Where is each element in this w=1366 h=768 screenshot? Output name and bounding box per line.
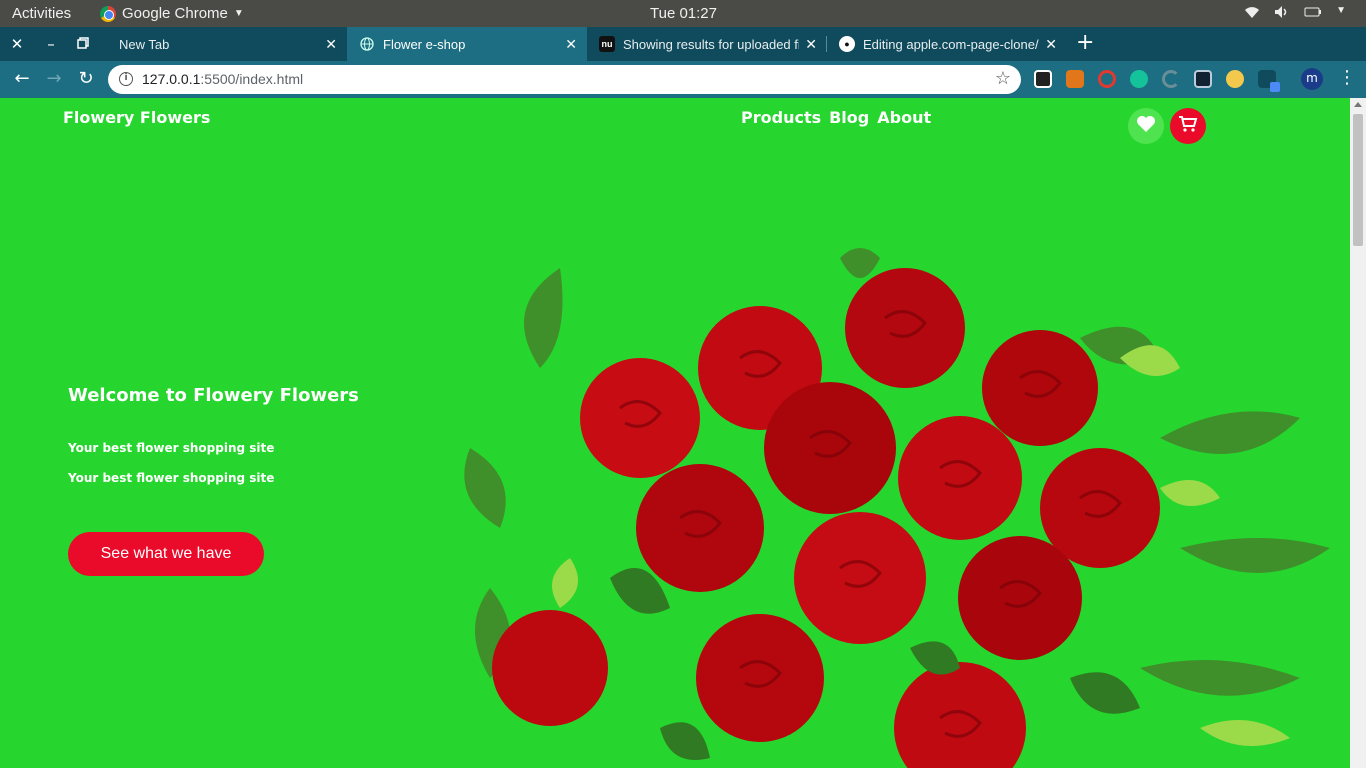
system-top-bar: Activities Google Chrome ▼ Tue 01:27 ▼ xyxy=(0,0,1366,27)
app-menu-label: Google Chrome xyxy=(122,5,228,22)
see-what-we-have-button[interactable]: See what we have xyxy=(68,532,264,576)
url-path: :5500/index.html xyxy=(200,71,304,87)
reload-icon[interactable]: ↻ xyxy=(74,67,98,91)
window-restore-icon[interactable] xyxy=(73,34,93,54)
close-icon[interactable]: ✕ xyxy=(1045,36,1057,53)
globe-icon xyxy=(359,36,375,52)
power-menu-icon: ▼ xyxy=(1336,5,1346,16)
tab-flower-eshop[interactable]: Flower e-shop ✕ xyxy=(347,27,587,61)
extension-icon[interactable] xyxy=(1162,70,1180,88)
tab-search-results[interactable]: nu Showing results for uploaded fil ✕ xyxy=(587,27,827,61)
close-icon[interactable]: ✕ xyxy=(805,36,817,53)
wifi-icon xyxy=(1244,5,1260,22)
close-icon[interactable]: ✕ xyxy=(565,36,577,53)
clock[interactable]: Tue 01:27 xyxy=(650,5,717,22)
url-text[interactable]: 127.0.0.1:5500/index.html xyxy=(142,71,303,87)
new-tab-button[interactable]: + xyxy=(1076,32,1094,54)
cart-icon xyxy=(1178,115,1198,137)
nav-link-about[interactable]: About xyxy=(877,108,931,127)
window-minimize-icon[interactable]: – xyxy=(41,34,61,54)
metamask-icon[interactable] xyxy=(1066,70,1084,88)
cart-button[interactable] xyxy=(1170,108,1206,144)
address-bar[interactable]: i 127.0.0.1:5500/index.html ☆ xyxy=(108,65,1021,94)
activities-button[interactable]: Activities xyxy=(12,5,71,22)
more-menu-icon[interactable]: ⋮ xyxy=(1338,67,1356,88)
site-nav: Products Blog About xyxy=(741,108,931,127)
close-icon[interactable]: ✕ xyxy=(325,36,337,53)
page-viewport: Flowery Flowers Products Blog About Welc… xyxy=(0,98,1350,768)
system-tray[interactable]: ▼ xyxy=(1244,5,1346,22)
browser-toolbar: ← → ↻ i 127.0.0.1:5500/index.html ☆ m ⋮ xyxy=(0,61,1366,98)
volume-icon xyxy=(1274,5,1290,22)
extension-icon[interactable] xyxy=(1226,70,1244,88)
chrome-logo-icon xyxy=(100,5,116,22)
cube-icon[interactable] xyxy=(1194,70,1212,88)
scrollbar-thumb[interactable] xyxy=(1353,114,1363,246)
heart-icon xyxy=(1136,115,1156,137)
favorites-button[interactable] xyxy=(1128,108,1164,144)
tab-new-tab[interactable]: New Tab ✕ xyxy=(107,27,347,61)
scroll-up-icon[interactable] xyxy=(1354,102,1362,107)
hero-title: Welcome to Flowery Flowers xyxy=(68,385,359,406)
tab-title: Editing apple.com-page-clone/ xyxy=(863,36,1039,52)
grammarly-icon[interactable] xyxy=(1130,70,1148,88)
tab-title: Flower e-shop xyxy=(383,36,466,52)
tab-title: New Tab xyxy=(119,36,170,52)
info-icon[interactable]: i xyxy=(119,72,133,86)
hero-subtitle: Your best flower shopping site xyxy=(68,471,275,485)
extension-icon[interactable] xyxy=(1034,70,1052,88)
rose-bouquet-image xyxy=(460,248,1350,768)
tab-title: Showing results for uploaded fil xyxy=(623,36,799,52)
tab-strip: ✕ – New Tab ✕ Flower e-shop ✕ nu Showing… xyxy=(0,27,1366,61)
profile-avatar[interactable]: m xyxy=(1301,68,1323,90)
back-arrow-icon[interactable]: ← xyxy=(10,67,34,91)
nav-link-products[interactable]: Products xyxy=(741,108,821,127)
pen-icon[interactable] xyxy=(1258,70,1280,92)
star-icon[interactable]: ☆ xyxy=(995,68,1011,89)
page-scrollbar[interactable] xyxy=(1350,98,1366,768)
url-host: 127.0.0.1 xyxy=(142,71,201,87)
extension-icon[interactable] xyxy=(1098,70,1116,88)
battery-icon xyxy=(1304,5,1322,22)
site-brand[interactable]: Flowery Flowers xyxy=(63,108,210,127)
forward-arrow-icon[interactable]: → xyxy=(42,67,66,91)
nav-link-blog[interactable]: Blog xyxy=(829,108,869,127)
github-icon: ● xyxy=(839,36,855,52)
chevron-down-icon: ▼ xyxy=(233,8,244,19)
tab-github-edit[interactable]: ● Editing apple.com-page-clone/ ✕ xyxy=(827,27,1067,61)
window-close-icon[interactable]: ✕ xyxy=(7,34,27,54)
app-menu[interactable]: Google Chrome ▼ xyxy=(100,5,244,22)
nu-favicon-icon: nu xyxy=(599,36,615,52)
hero-subtitle: Your best flower shopping site xyxy=(68,441,275,455)
